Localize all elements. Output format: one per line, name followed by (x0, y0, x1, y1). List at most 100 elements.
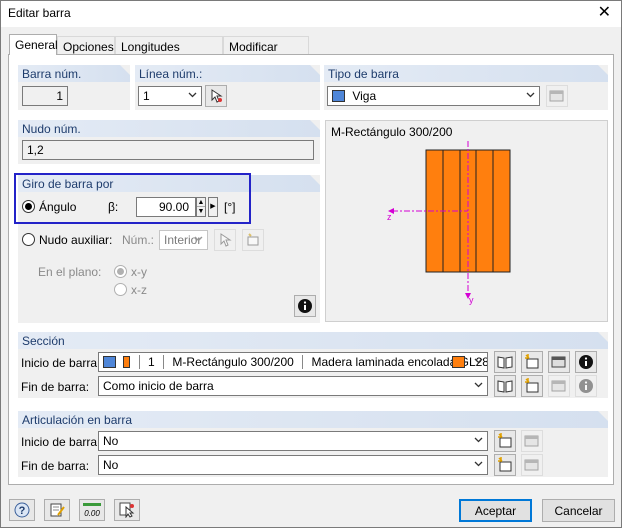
close-icon[interactable]: ✕ (598, 4, 611, 22)
help-button[interactable]: ? (9, 499, 35, 521)
new-item-icon (498, 433, 512, 448)
line-number-value: 1 (143, 89, 150, 103)
edit-member-type-button[interactable] (546, 85, 568, 107)
hinge-start-select[interactable]: No (98, 431, 488, 451)
new-item-icon (525, 354, 539, 369)
pick-dialog-icon (119, 502, 135, 518)
library-book-icon (497, 380, 513, 393)
edit-dialog-icon (551, 380, 566, 392)
section-preview-swatch (123, 356, 131, 368)
units-button[interactable]: 0.00 (79, 499, 105, 521)
section-library-button[interactable] (494, 351, 516, 373)
section-end-value: Como inicio de barra (103, 379, 214, 393)
new-hinge-end-button[interactable] (494, 454, 516, 476)
section-info-button[interactable] (575, 351, 597, 373)
info-icon (579, 355, 593, 369)
section-start-name: M-Rectángulo 300/200 (172, 355, 294, 369)
material-color-swatch (452, 356, 465, 368)
member-type-value: Viga (352, 89, 377, 103)
chevron-down-icon (474, 437, 483, 443)
hinge-start-label: Inicio de barra: (21, 435, 101, 449)
tab-options[interactable]: Opciones (57, 36, 115, 55)
help-icon: ? (14, 502, 30, 518)
edit-dialog-icon (524, 459, 539, 471)
member-type-label: Tipo de barra (328, 67, 399, 81)
pick-line-button[interactable] (205, 85, 227, 107)
title-bar: Editar barra ✕ (1, 1, 621, 27)
chevron-down-icon (188, 92, 197, 98)
pick-node-button[interactable] (214, 229, 236, 251)
tab-general[interactable]: General (9, 34, 58, 55)
y-axis-label: y (469, 295, 474, 305)
section-end-info-button[interactable] (575, 375, 597, 397)
node-number-group: Nudo núm. 1,2 (18, 120, 320, 164)
edit-member-dialog: Editar barra ✕ General Opciones Longitud… (0, 0, 622, 528)
new-hinge-start-button[interactable] (494, 430, 516, 452)
auxiliary-node-label: Nudo auxiliar: (39, 233, 113, 247)
chevron-down-icon (474, 358, 483, 364)
plane-xz-radio[interactable] (114, 283, 127, 296)
hinge-end-value: No (103, 458, 119, 472)
edit-dialog-icon (551, 356, 566, 368)
info-button[interactable] (294, 295, 316, 317)
edit-hinge-end-button[interactable] (521, 454, 543, 476)
hinge-group: Articulación en barra Inicio de barra: N… (18, 411, 608, 477)
plane-xy-label: x-y (131, 265, 147, 279)
svg-text:0.00: 0.00 (84, 509, 100, 518)
edit-section-end-button[interactable] (548, 375, 570, 397)
ok-button[interactable]: Aceptar (459, 499, 532, 522)
member-type-color-swatch (332, 90, 345, 102)
auxiliary-node-radio[interactable] (22, 233, 35, 246)
highlight-frame (14, 173, 251, 224)
chevron-down-icon (526, 92, 535, 98)
pick-cursor-icon (220, 233, 232, 247)
hinge-label: Articulación en barra (22, 413, 133, 427)
node-number-label: Nudo núm. (22, 122, 81, 136)
edit-section-button[interactable] (548, 351, 570, 373)
tab-modify-stiffness[interactable]: Modificar rigidez (223, 36, 309, 68)
section-end-label: Fin de barra: (21, 380, 90, 394)
section-preview-panel: M-Rectángulo 300/200 z y (325, 120, 608, 322)
window-title: Editar barra (8, 6, 71, 20)
hinge-end-label: Fin de barra: (21, 459, 90, 473)
line-number-label: Línea núm.: (139, 67, 203, 81)
new-section-end-button[interactable] (521, 375, 543, 397)
cancel-button[interactable]: Cancelar (542, 499, 615, 522)
comment-button[interactable] (44, 499, 70, 521)
node-number-field: 1,2 (22, 140, 314, 160)
section-end-library-button[interactable] (494, 375, 516, 397)
plane-xz-label: x-z (131, 283, 147, 297)
z-axis-label: z (387, 212, 392, 222)
plane-xy-radio[interactable] (114, 265, 127, 278)
new-item-icon (247, 233, 259, 246)
chevron-down-icon (194, 236, 203, 242)
line-number-group: Línea núm.: 1 (135, 65, 320, 110)
section-label: Sección (22, 334, 65, 348)
edit-text-icon (50, 503, 65, 517)
pick-tool-button[interactable] (114, 499, 140, 521)
hinge-end-select[interactable]: No (98, 455, 488, 475)
tab-effective-lengths[interactable]: Longitudes eficaces (115, 36, 223, 68)
member-number-label: Barra núm. (22, 67, 82, 81)
member-number-field: 1 (22, 86, 68, 106)
line-number-select[interactable]: 1 (138, 86, 202, 106)
member-type-select[interactable]: Viga (327, 86, 540, 106)
section-end-select[interactable]: Como inicio de barra (98, 376, 488, 396)
info-icon (298, 299, 312, 313)
units-decimals-icon: 0.00 (83, 503, 101, 518)
section-start-select[interactable]: 1 M-Rectángulo 300/200 Madera laminada e… (98, 352, 488, 372)
library-book-icon (497, 356, 513, 369)
section-color-swatch (103, 356, 116, 368)
section-start-number: 1 (148, 355, 155, 369)
section-preview-drawing (388, 141, 511, 299)
edit-dialog-icon (524, 435, 539, 447)
member-number-group: Barra núm. 1 (18, 65, 130, 110)
hinge-start-value: No (103, 434, 119, 448)
chevron-down-icon (474, 382, 483, 388)
new-item-icon (525, 378, 539, 393)
new-node-button[interactable] (242, 229, 264, 251)
auxiliary-node-select[interactable]: Interior (159, 230, 208, 250)
edit-hinge-start-button[interactable] (521, 430, 543, 452)
chevron-down-icon (474, 461, 483, 467)
new-section-button[interactable] (521, 351, 543, 373)
